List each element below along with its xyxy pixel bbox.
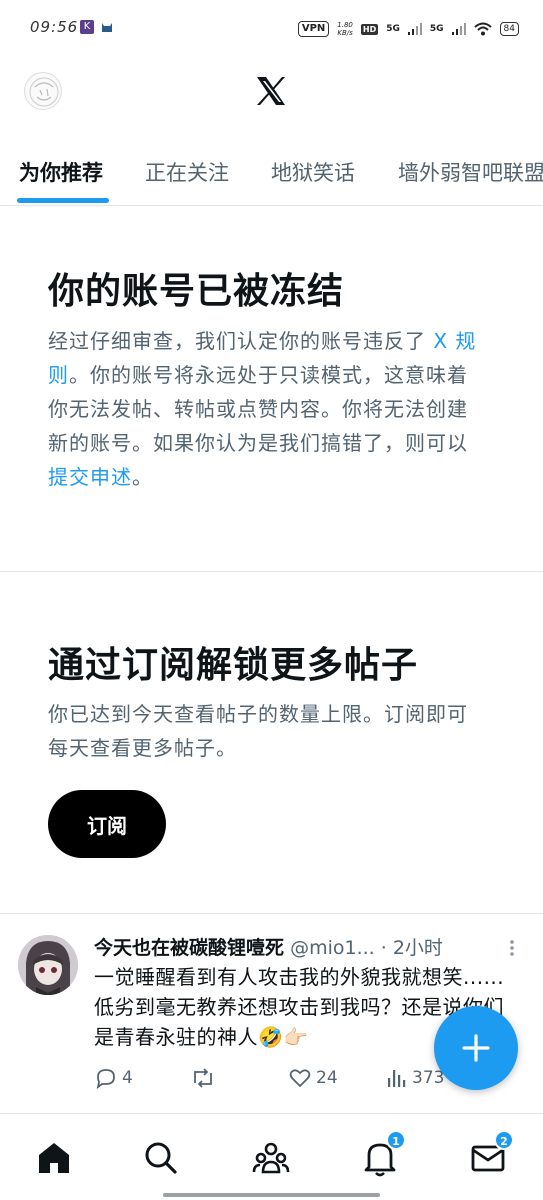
signal-bars-2-icon xyxy=(451,23,466,35)
divider xyxy=(0,913,543,914)
wifi-icon xyxy=(473,22,492,36)
tab-following[interactable]: 正在关注 xyxy=(145,157,229,187)
hd-indicator: HD xyxy=(360,23,379,35)
repost-button[interactable] xyxy=(190,1066,216,1090)
tab-for-you[interactable]: 为你推荐 xyxy=(19,157,103,187)
bottom-nav: 1 2 xyxy=(0,1113,543,1200)
repost-icon xyxy=(194,1068,212,1088)
reply-icon xyxy=(96,1069,115,1090)
battery-indicator: 84 xyxy=(499,22,519,36)
reply-button[interactable]: 4 xyxy=(94,1066,133,1090)
system-home-indicator[interactable] xyxy=(163,1193,380,1197)
status-indicators: VPN 1.80 KB/s HD 5G 5G 84 xyxy=(297,18,519,40)
submit-appeal-link[interactable]: 提交申述 xyxy=(48,465,132,489)
profile-avatar-button[interactable] xyxy=(24,72,62,110)
signal-5g-2: 5G xyxy=(429,24,444,34)
cat-app-icon xyxy=(102,23,112,32)
notice-text-1: 经过仔细审查，我们认定你的账号违反了 xyxy=(48,329,434,353)
nav-messages[interactable]: 2 xyxy=(468,1130,514,1178)
divider xyxy=(0,571,543,572)
tab-hell-jokes[interactable]: 地狱笑话 xyxy=(271,157,355,187)
like-count: 24 xyxy=(316,1068,338,1088)
search-icon xyxy=(145,1142,177,1174)
x-logo-icon xyxy=(257,77,285,105)
post-author-name[interactable]: 今天也在被碳酸锂噎死 xyxy=(94,937,284,959)
nav-notifications[interactable]: 1 xyxy=(360,1130,406,1178)
views-button[interactable]: 373 xyxy=(386,1066,444,1090)
post-author-handle[interactable]: @mio1... xyxy=(290,937,375,959)
nav-home[interactable] xyxy=(34,1138,74,1178)
compose-post-button[interactable] xyxy=(434,1006,518,1090)
like-button[interactable]: 24 xyxy=(288,1066,338,1090)
notice-text-2: 。你的账号将永远处于只读模式，这意味着你无法发帖、转帖或点赞内容。你将无法创建新… xyxy=(48,363,468,455)
views-chart-icon xyxy=(388,1070,406,1087)
status-bar: 09:56 K VPN 1.80 KB/s HD 5G 5G 84 xyxy=(0,0,543,60)
reply-count: 4 xyxy=(122,1068,133,1088)
anime-avatar-icon xyxy=(18,935,78,995)
signal-5g-1: 5G xyxy=(386,24,400,34)
view-count: 373 xyxy=(412,1068,445,1088)
nav-communities[interactable] xyxy=(251,1138,291,1178)
frozen-notice-title: 你的账号已被冻结 xyxy=(48,271,345,312)
notifications-badge: 1 xyxy=(386,1130,406,1150)
post-header: 今天也在被碳酸锂噎死 @mio1... · 2小时 xyxy=(94,933,494,960)
subscribe-title: 通过订阅解锁更多帖子 xyxy=(48,645,419,686)
app-notification-icon: K xyxy=(80,20,94,34)
notice-text-3: 。 xyxy=(132,465,153,489)
post-timestamp: · 2小时 xyxy=(380,937,443,959)
signal-bars-icon xyxy=(407,23,422,35)
avatar-sketch-icon xyxy=(29,77,59,107)
feed-tabs: 为你推荐 正在关注 地狱笑话 墙外弱智吧联盟 xyxy=(0,140,543,206)
communities-icon xyxy=(252,1142,290,1174)
frozen-notice-body: 经过仔细审查，我们认定你的账号违反了 X 规则。你的账号将永远处于只读模式，这意… xyxy=(48,324,488,494)
status-time: 09:56 xyxy=(30,18,79,36)
home-icon xyxy=(39,1143,69,1173)
messages-badge: 2 xyxy=(494,1130,514,1150)
subscribe-body: 你已达到今天查看帖子的数量上限。订阅即可每天查看更多帖子。 xyxy=(48,702,468,760)
nav-search[interactable] xyxy=(141,1138,181,1178)
post-author-avatar[interactable] xyxy=(18,935,78,995)
active-tab-indicator xyxy=(17,198,109,203)
tab-overseas-forum[interactable]: 墙外弱智吧联盟 xyxy=(398,157,543,187)
network-speed-value: 1.80 xyxy=(337,21,353,29)
network-speed-unit: KB/s xyxy=(337,29,353,37)
plus-icon xyxy=(462,1034,490,1062)
subscribe-button[interactable]: 订阅 xyxy=(48,790,166,858)
network-speed: 1.80 KB/s xyxy=(337,21,353,37)
vpn-indicator: VPN xyxy=(297,21,330,37)
heart-icon xyxy=(289,1069,311,1088)
more-options-icon[interactable] xyxy=(507,938,517,958)
